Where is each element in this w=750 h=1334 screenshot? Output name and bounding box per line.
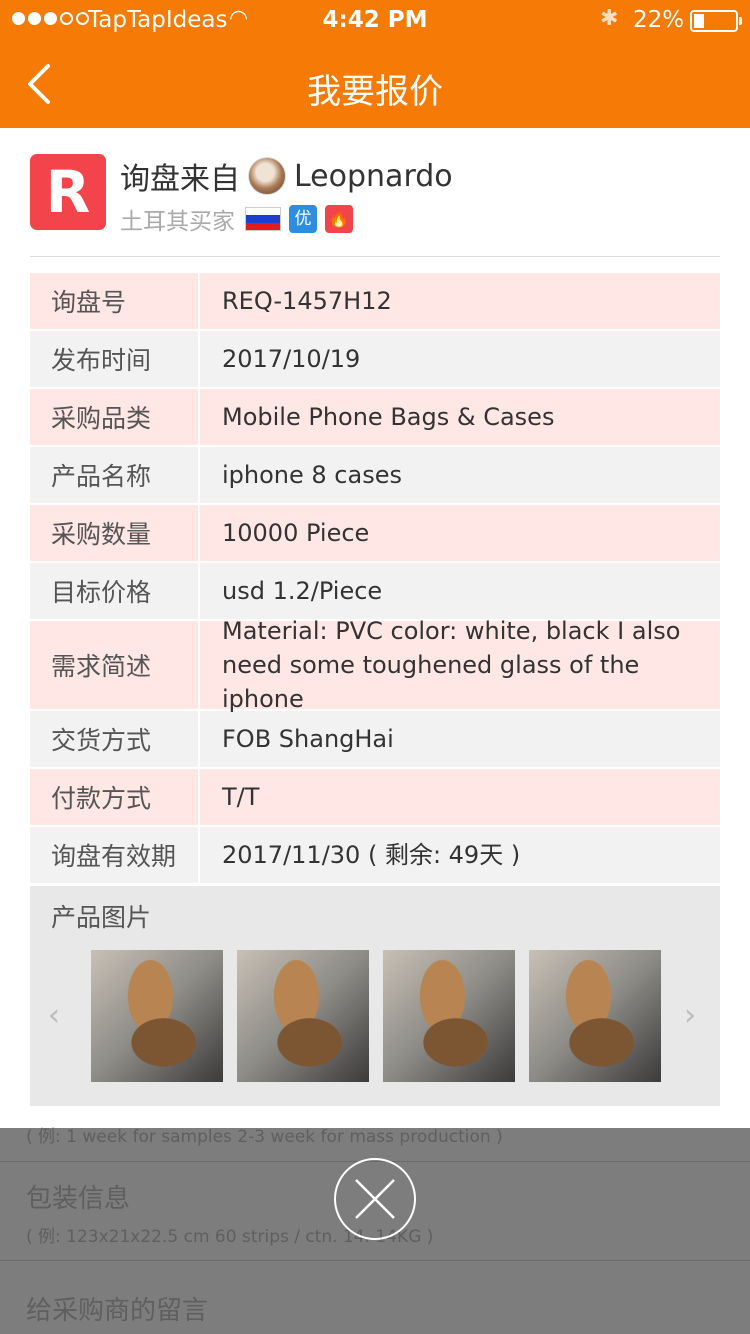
detail-label: 发布时间 (30, 331, 200, 387)
product-photo[interactable] (91, 950, 223, 1082)
buyer-meta: 土耳其买家 优 🔥 (120, 202, 353, 236)
detail-label: 采购数量 (30, 505, 200, 561)
close-icon (355, 1179, 395, 1219)
preferred-badge: 优 (289, 205, 317, 233)
close-button[interactable] (334, 1158, 416, 1240)
detail-value: iphone 8 cases (222, 461, 402, 489)
packaging-label: 包装信息 (26, 1184, 131, 1214)
buyer-country: 土耳其买家 (120, 209, 235, 235)
divider (0, 1260, 750, 1261)
detail-row: 产品名称 iphone 8 cases (30, 447, 720, 505)
battery-icon (690, 10, 742, 32)
product-photo[interactable] (529, 950, 661, 1082)
detail-label: 目标价格 (30, 563, 200, 619)
page-title: 我要报价 (307, 72, 443, 112)
header-bar: TapTapIdeas ◠ 4:42 PM ✱ 22% 我要报价 (0, 0, 750, 128)
detail-value: usd 1.2/Piece (222, 577, 383, 605)
detail-value: 10000 Piece (222, 519, 370, 547)
detail-value: Mobile Phone Bags & Cases (222, 403, 555, 431)
from-label: 询盘来自 (120, 162, 240, 197)
inquiry-source: 询盘来自 Leopnardo (120, 154, 453, 198)
detail-value: REQ-1457H12 (222, 287, 392, 315)
chevron-right-icon[interactable]: › (684, 998, 696, 1033)
detail-row: 采购品类 Mobile Phone Bags & Cases (30, 389, 720, 447)
inquiry-details-table: 询盘号 REQ-1457H12 发布时间 2017/10/19 采购品类 Mob… (30, 273, 720, 885)
detail-label: 付款方式 (30, 769, 200, 825)
buyer-avatar[interactable] (248, 157, 286, 195)
detail-label: 采购品类 (30, 389, 200, 445)
detail-label: 询盘有效期 (30, 827, 200, 883)
photos-title: 产品图片 (51, 903, 152, 932)
detail-value: FOB ShangHai (222, 725, 394, 753)
message-label: 给采购商的留言 (26, 1296, 209, 1326)
product-photo[interactable] (383, 950, 515, 1082)
app-logo: R (30, 154, 106, 230)
detail-value: Material: PVC color: white, black I also… (222, 617, 681, 713)
detail-row: 目标价格 usd 1.2/Piece (30, 563, 720, 621)
delivery-hint: ( 例: 1 week for samples 2-3 week for mas… (26, 1127, 503, 1147)
detail-value: 2017/10/19 (222, 345, 361, 373)
product-photo[interactable] (237, 950, 369, 1082)
inquiry-card: R 询盘来自 Leopnardo 土耳其买家 优 🔥 询盘号 REQ-1457H… (0, 128, 750, 1128)
detail-label: 交货方式 (30, 711, 200, 767)
detail-row: 询盘有效期 2017/11/30 ( 剩余: 49天 ) (30, 827, 720, 885)
bluetooth-icon: ✱ (600, 6, 619, 31)
product-photos: 产品图片 ‹ › (30, 886, 720, 1106)
detail-row: 采购数量 10000 Piece (30, 505, 720, 563)
russia-flag-icon (245, 207, 281, 231)
detail-row: 询盘号 REQ-1457H12 (30, 273, 720, 331)
inquiry-header: R 询盘来自 Leopnardo 土耳其买家 优 🔥 (30, 154, 720, 257)
detail-row: 发布时间 2017/10/19 (30, 331, 720, 389)
detail-label: 产品名称 (30, 447, 200, 503)
chevron-left-icon[interactable]: ‹ (48, 998, 60, 1033)
status-bar: TapTapIdeas ◠ 4:42 PM ✱ 22% (0, 0, 750, 40)
battery-percent: 22% (633, 7, 685, 33)
detail-label: 需求简述 (30, 621, 200, 709)
detail-value: T/T (222, 783, 260, 811)
detail-label: 询盘号 (30, 273, 200, 329)
detail-row: 付款方式 T/T (30, 769, 720, 827)
detail-value: 2017/11/30 ( 剩余: 49天 ) (222, 841, 521, 869)
hot-badge-icon: 🔥 (325, 205, 353, 233)
detail-row: 需求简述 Material: PVC color: white, black I… (30, 617, 720, 713)
detail-row: 交货方式 FOB ShangHai (30, 711, 720, 769)
buyer-name[interactable]: Leopnardo (294, 159, 453, 194)
